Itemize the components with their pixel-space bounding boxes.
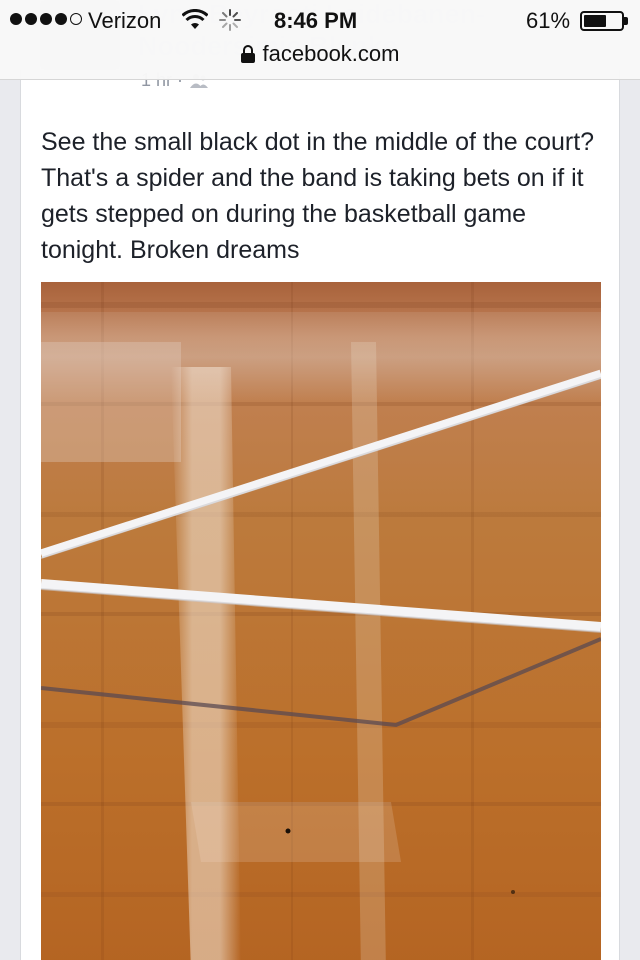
browser-top-bar: Verizon 8:46 PM 61% facebook.com — [0, 0, 640, 80]
battery-icon — [580, 11, 624, 31]
post-card: 1 hr · See the small black dot in the mi… — [20, 70, 620, 960]
post-text: See the small black dot in the middle of… — [41, 128, 595, 264]
screen: Lynn Beyrooti Leidebanen-Noodersimie Bla… — [0, 0, 640, 960]
signal-dot — [55, 13, 67, 25]
url-text[interactable]: facebook.com — [263, 41, 400, 67]
signal-dot — [10, 13, 22, 25]
spider-dot — [285, 828, 291, 834]
address-bar[interactable]: facebook.com — [0, 40, 640, 68]
signal-dot — [40, 13, 52, 25]
carrier-name: Verizon — [88, 8, 162, 33]
wifi-icon — [182, 9, 208, 29]
basketball-court-photo — [41, 282, 601, 960]
signal-strength-icon — [10, 13, 82, 25]
clock: 8:46 PM — [274, 8, 358, 33]
battery-level — [584, 15, 606, 27]
activity-spinner-icon — [219, 9, 241, 31]
battery-percentage: 61% — [526, 8, 571, 33]
signal-dot — [25, 13, 37, 25]
lock-icon — [240, 45, 255, 63]
battery-nub — [624, 17, 628, 25]
signal-dot-empty — [70, 13, 82, 25]
post-photo[interactable] — [41, 282, 601, 960]
status-bar: Verizon 8:46 PM 61% — [0, 0, 640, 40]
